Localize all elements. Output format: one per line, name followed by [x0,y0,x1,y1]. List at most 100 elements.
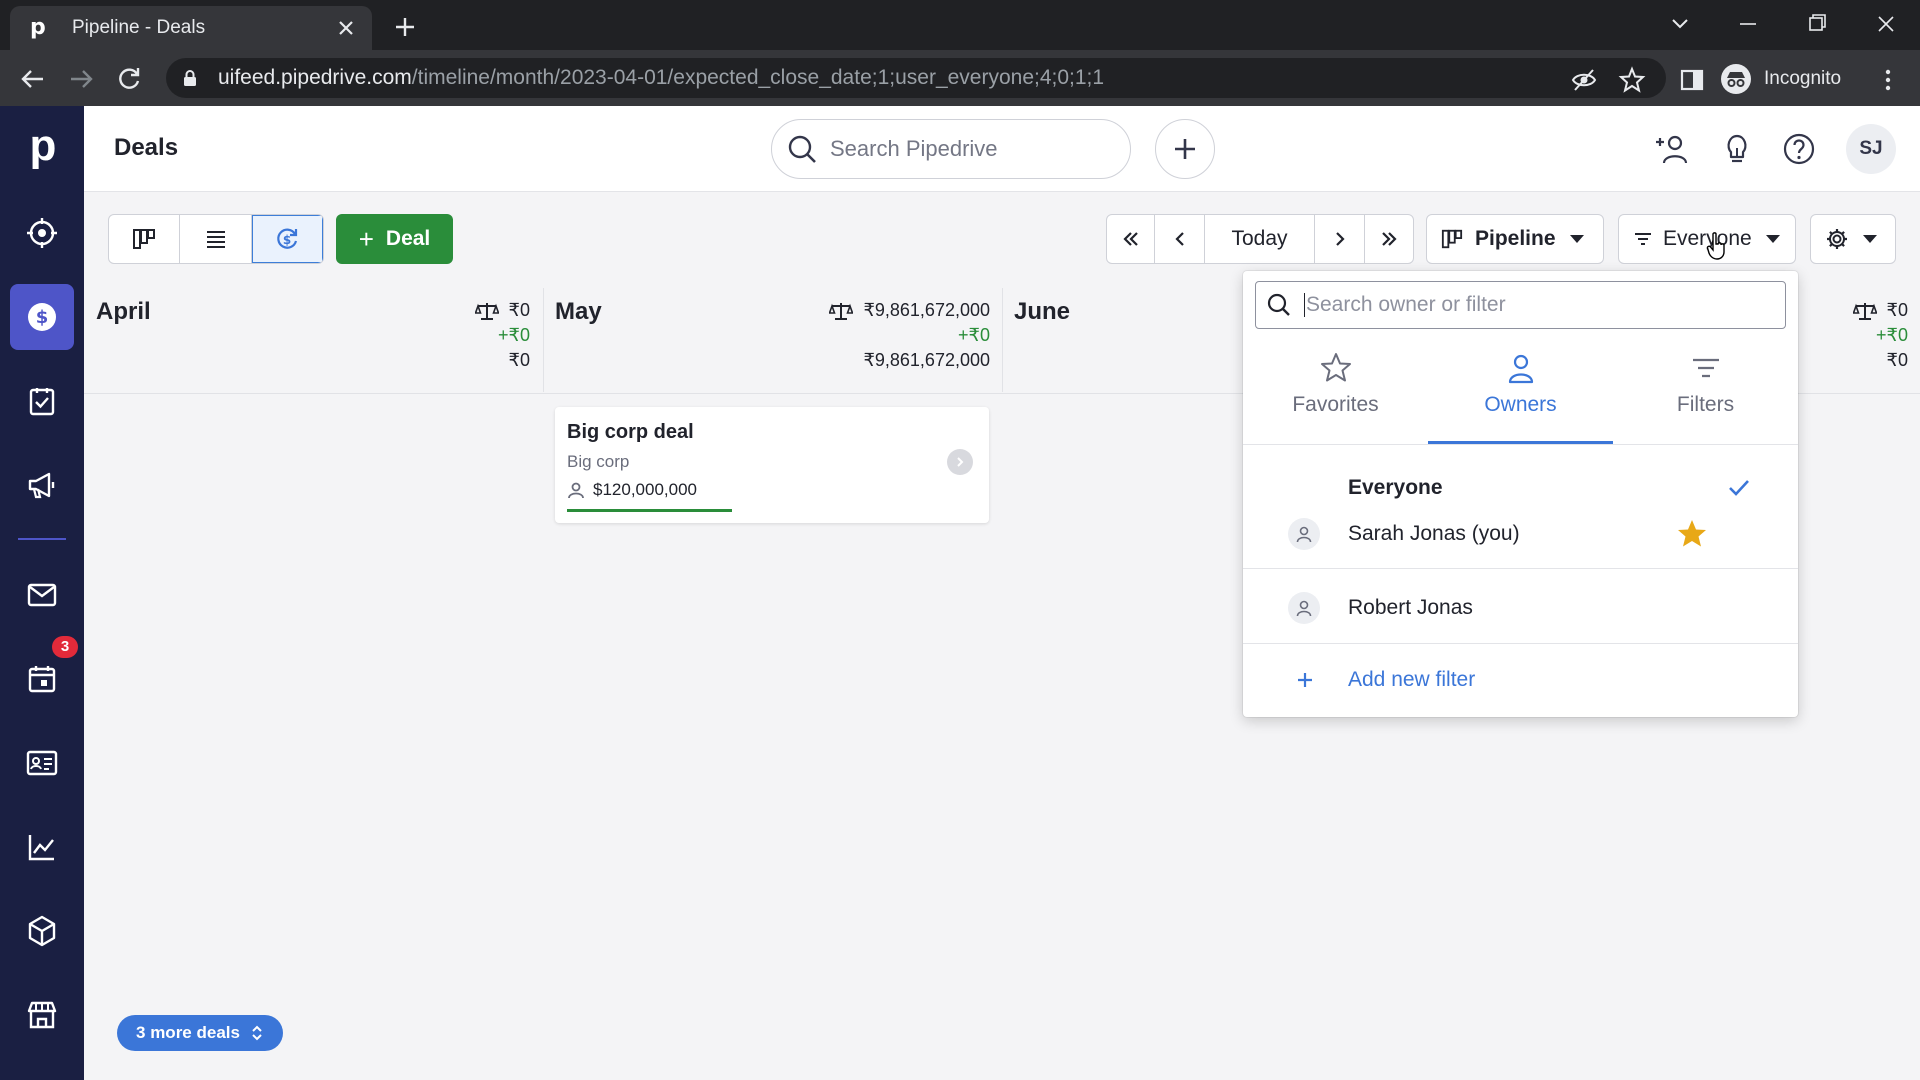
pipeline-icon [1441,229,1463,249]
today-button[interactable]: Today [1205,215,1315,263]
mouse-pointer-icon [1706,232,1728,260]
tracking-protection-icon[interactable] [1570,66,1598,94]
help-icon[interactable] [1780,130,1818,168]
expand-chevron-icon [252,1025,262,1041]
side-panel-icon[interactable] [1678,66,1706,94]
star-outline-icon [1320,353,1351,382]
close-window-icon[interactable] [1866,8,1906,40]
incognito-label: Incognito [1764,68,1842,89]
incognito-icon [1720,63,1752,95]
jump-back-button[interactable] [1107,215,1155,263]
sidebar-item-contacts[interactable] [0,730,84,796]
deal-card[interactable]: Big corp deal Big corp $120,000,000 [555,407,989,523]
pipeline-select[interactable]: Pipeline [1426,214,1604,264]
owner-filter-search-input[interactable]: Search owner or filter [1255,281,1786,329]
jump-forward-button[interactable] [1365,215,1413,263]
more-deals-button[interactable]: 3 more deals [117,1015,283,1051]
divider [1243,568,1798,569]
active-tab-indicator [1428,441,1613,444]
owner-option-sarah[interactable]: Sarah Jonas (you) [1243,511,1798,557]
add-new-filter-link[interactable]: Add new filter [1243,645,1798,715]
incognito-indicator[interactable]: Incognito [1720,60,1841,98]
sidebar-item-campaigns[interactable] [0,452,84,518]
filter-icon [1635,233,1651,245]
marketplace-icon [27,1001,57,1029]
quick-add-button[interactable] [1155,119,1215,179]
owner-option-everyone[interactable]: Everyone [1243,466,1798,510]
add-deal-button[interactable]: + Deal [336,214,453,264]
column-divider [543,288,544,392]
weighted-value: ₹0 [508,300,530,320]
minimize-icon[interactable] [1728,8,1768,40]
star-filled-icon[interactable] [1675,517,1709,551]
total-value: ₹0 [1886,350,1908,370]
chevron-right-icon[interactable] [947,449,973,475]
chevron-right-icon [1335,232,1345,246]
tab-search-chevron-icon[interactable] [1660,8,1700,40]
sidebar-item-mail[interactable] [0,562,84,628]
deals-icon: $ [28,303,56,331]
view-switcher: $ [108,214,324,264]
calendar-notification-badge: 3 [52,636,78,658]
previous-period-button[interactable] [1155,215,1205,263]
double-chevron-right-icon [1382,232,1397,246]
tab-favorites-label: Favorites [1292,393,1379,416]
browser-menu-icon[interactable] [1874,66,1902,94]
added-value: +₹0 [1876,325,1908,345]
tab-filters-label: Filters [1676,393,1735,416]
double-chevron-left-icon [1122,232,1138,246]
user-avatar-icon [1288,518,1320,550]
invite-users-icon[interactable] [1654,130,1692,168]
deal-title: Big corp deal [567,421,694,443]
add-new-filter-label: Add new filter [1348,668,1476,691]
mail-icon [27,583,57,607]
pipeline-view-icon [133,229,156,249]
sidebar-item-leads[interactable] [0,200,84,266]
owner-option-robert[interactable]: Robert Jonas [1243,573,1798,643]
url-bar[interactable]: uifeed.pipedrive.com/timeline/month/2023… [166,58,1666,98]
sidebar-item-marketplace[interactable] [0,982,84,1048]
url-path: /timeline/month/2023-04-01/expected_clos… [411,66,1105,89]
tab-owners[interactable]: Owners [1428,351,1613,417]
reload-icon[interactable] [112,62,146,96]
pipedrive-logo[interactable]: p [24,124,62,170]
sidebar-item-products[interactable] [0,898,84,964]
list-view-button[interactable] [180,215,252,263]
sidebar-item-activities[interactable] [0,368,84,434]
settings-menu-button[interactable] [1810,214,1896,264]
gear-icon [1827,229,1847,249]
weighted-value: ₹0 [1886,300,1908,320]
total-value: ₹0 [508,350,530,370]
sidebar-item-insights[interactable] [0,814,84,880]
close-tab-icon[interactable] [334,16,358,40]
chevron-down-icon [1569,235,1584,243]
tabs-border [1243,444,1798,445]
weighted-value-scale-icon [474,302,499,320]
next-period-button[interactable] [1315,215,1365,263]
deal-value: $120,000,000 [593,480,697,499]
pipeline-view-button[interactable] [109,215,181,263]
tab-filters[interactable]: Filters [1613,351,1798,417]
tab-title: Pipeline - Deals [72,17,206,38]
browser-tab[interactable]: p Pipeline - Deals [10,6,372,50]
forward-icon[interactable] [64,62,98,96]
tab-favorites[interactable]: Favorites [1243,351,1428,417]
calendar-icon [28,666,56,693]
back-icon[interactable] [16,62,50,96]
leads-icon [27,218,57,248]
search-icon [788,135,816,163]
bookmark-star-icon[interactable] [1618,66,1646,94]
lightbulb-icon[interactable] [1718,130,1756,168]
weighted-value-scale-icon [1852,302,1877,320]
forecast-view-button[interactable]: $ [251,215,323,263]
global-search-input[interactable]: Search Pipedrive [771,119,1131,179]
person-icon [1508,354,1533,384]
lock-icon[interactable] [180,68,200,88]
restore-icon[interactable] [1796,8,1836,40]
sidebar-item-deals[interactable]: $ [0,284,84,350]
plus-icon [1298,673,1312,687]
column-divider [1002,288,1003,392]
new-tab-icon[interactable] [390,12,420,42]
added-value: +₹0 [958,325,990,345]
user-avatar[interactable]: SJ [1846,124,1896,174]
